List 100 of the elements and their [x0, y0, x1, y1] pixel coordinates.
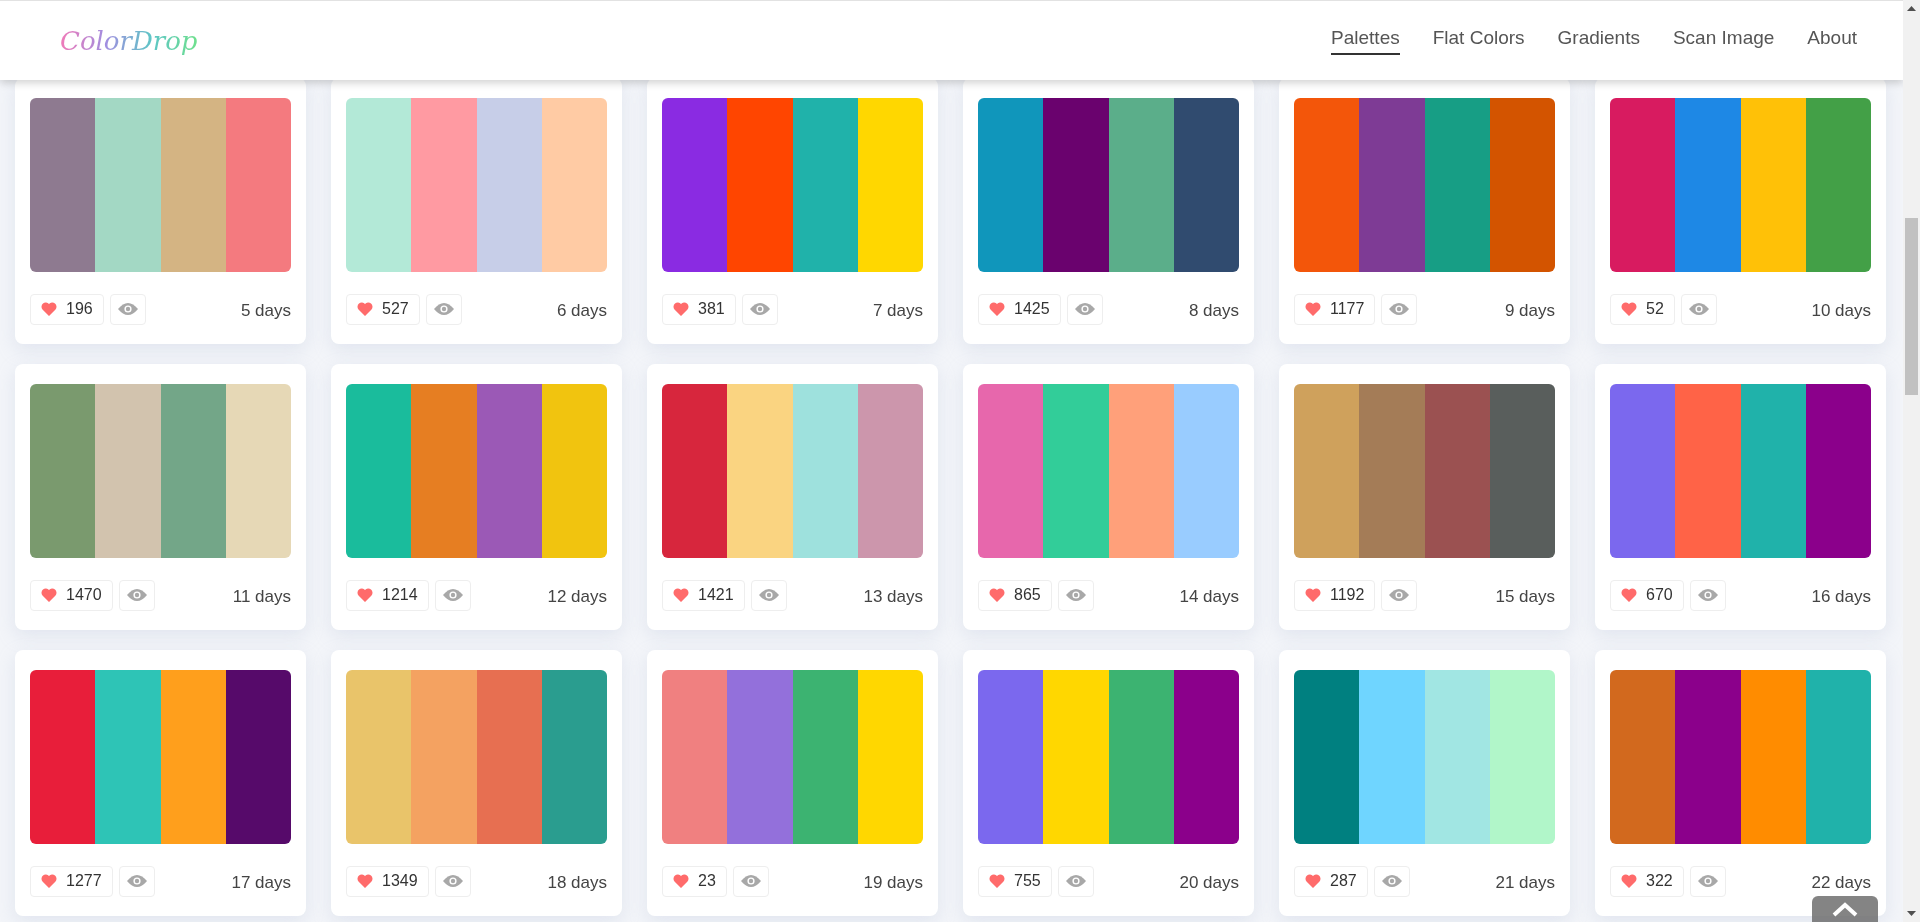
like-button[interactable]: 1421 [662, 579, 745, 611]
color-swatch[interactable] [225, 98, 291, 272]
color-swatch[interactable] [1740, 98, 1806, 272]
color-swatch[interactable] [541, 98, 607, 272]
nav-link[interactable]: Gradients [1557, 26, 1640, 55]
color-swatch[interactable] [1610, 670, 1676, 844]
color-swatch[interactable] [1108, 98, 1174, 272]
nav-link[interactable]: About [1807, 26, 1857, 55]
color-swatch[interactable] [1294, 670, 1360, 844]
color-swatch[interactable] [160, 98, 226, 272]
color-swatch[interactable] [1675, 98, 1741, 272]
color-swatch[interactable] [95, 670, 161, 844]
scrollbar-thumb[interactable] [1905, 218, 1918, 395]
color-swatch[interactable] [1805, 98, 1871, 272]
view-button[interactable] [425, 293, 462, 325]
color-swatch[interactable] [346, 384, 412, 558]
scrollbar[interactable] [1903, 0, 1920, 922]
color-swatch[interactable] [727, 98, 793, 272]
like-button[interactable]: 322 [1610, 865, 1684, 897]
color-swatch[interactable] [160, 670, 226, 844]
color-swatch[interactable] [476, 384, 542, 558]
color-swatch[interactable] [1173, 384, 1239, 558]
color-swatch[interactable] [1359, 384, 1425, 558]
view-button[interactable] [434, 579, 471, 611]
color-swatch[interactable] [792, 98, 858, 272]
color-swatch[interactable] [662, 670, 728, 844]
view-button[interactable] [1381, 579, 1418, 611]
like-button[interactable]: 1349 [346, 865, 429, 897]
color-swatch[interactable] [727, 384, 793, 558]
like-button[interactable]: 1214 [346, 579, 429, 611]
color-swatch[interactable] [1294, 98, 1360, 272]
color-swatch[interactable] [1043, 384, 1109, 558]
color-swatch[interactable] [411, 384, 477, 558]
view-button[interactable] [1381, 293, 1418, 325]
color-swatch[interactable] [1610, 98, 1676, 272]
like-button[interactable]: 52 [1610, 293, 1675, 325]
color-swatch[interactable] [792, 384, 858, 558]
color-swatch[interactable] [95, 98, 161, 272]
color-swatch[interactable] [1489, 98, 1555, 272]
view-button[interactable] [1689, 579, 1726, 611]
view-button[interactable] [732, 865, 769, 897]
color-swatch[interactable] [160, 384, 226, 558]
color-swatch[interactable] [541, 384, 607, 558]
up-arrow-icon[interactable] [1907, 6, 1916, 11]
color-swatch[interactable] [1359, 670, 1425, 844]
color-swatch[interactable] [1424, 670, 1490, 844]
color-swatch[interactable] [411, 98, 477, 272]
color-swatch[interactable] [1675, 384, 1741, 558]
down-arrow-icon[interactable] [1907, 911, 1916, 916]
like-button[interactable]: 196 [30, 293, 104, 325]
color-swatch[interactable] [857, 98, 923, 272]
like-button[interactable]: 23 [662, 865, 727, 897]
color-swatch[interactable] [857, 670, 923, 844]
view-button[interactable] [1057, 579, 1094, 611]
view-button[interactable] [741, 293, 778, 325]
color-swatch[interactable] [225, 670, 291, 844]
color-swatch[interactable] [346, 670, 412, 844]
color-swatch[interactable] [1675, 670, 1741, 844]
like-button[interactable]: 670 [1610, 579, 1684, 611]
color-swatch[interactable] [857, 384, 923, 558]
color-swatch[interactable] [1740, 384, 1806, 558]
color-swatch[interactable] [346, 98, 412, 272]
color-swatch[interactable] [225, 384, 291, 558]
view-button[interactable] [1057, 865, 1094, 897]
color-swatch[interactable] [1043, 670, 1109, 844]
color-swatch[interactable] [541, 670, 607, 844]
color-swatch[interactable] [978, 670, 1044, 844]
like-button[interactable]: 1192 [1294, 579, 1376, 611]
color-swatch[interactable] [1805, 670, 1871, 844]
like-button[interactable]: 1470 [30, 579, 113, 611]
view-button[interactable] [1066, 293, 1103, 325]
color-swatch[interactable] [1108, 384, 1174, 558]
color-swatch[interactable] [1610, 384, 1676, 558]
view-button[interactable] [109, 293, 146, 325]
color-swatch[interactable] [1489, 670, 1555, 844]
color-swatch[interactable] [978, 98, 1044, 272]
like-button[interactable]: 381 [662, 293, 736, 325]
color-swatch[interactable] [30, 98, 96, 272]
view-button[interactable] [1689, 865, 1726, 897]
color-swatch[interactable] [1108, 670, 1174, 844]
nav-link[interactable]: Scan Image [1672, 26, 1775, 55]
color-swatch[interactable] [95, 384, 161, 558]
color-swatch[interactable] [727, 670, 793, 844]
like-button[interactable]: 755 [978, 865, 1052, 897]
view-button[interactable] [118, 865, 155, 897]
color-swatch[interactable] [476, 98, 542, 272]
color-swatch[interactable] [1489, 384, 1555, 558]
color-swatch[interactable] [1805, 384, 1871, 558]
like-button[interactable]: 865 [978, 579, 1052, 611]
view-button[interactable] [750, 579, 787, 611]
like-button[interactable]: 1425 [978, 293, 1061, 325]
color-swatch[interactable] [1740, 670, 1806, 844]
color-swatch[interactable] [662, 384, 728, 558]
color-swatch[interactable] [1173, 98, 1239, 272]
view-button[interactable] [434, 865, 471, 897]
like-button[interactable]: 1277 [30, 865, 113, 897]
color-swatch[interactable] [1424, 384, 1490, 558]
nav-link[interactable]: Flat Colors [1432, 26, 1525, 55]
color-swatch[interactable] [792, 670, 858, 844]
color-swatch[interactable] [1173, 670, 1239, 844]
